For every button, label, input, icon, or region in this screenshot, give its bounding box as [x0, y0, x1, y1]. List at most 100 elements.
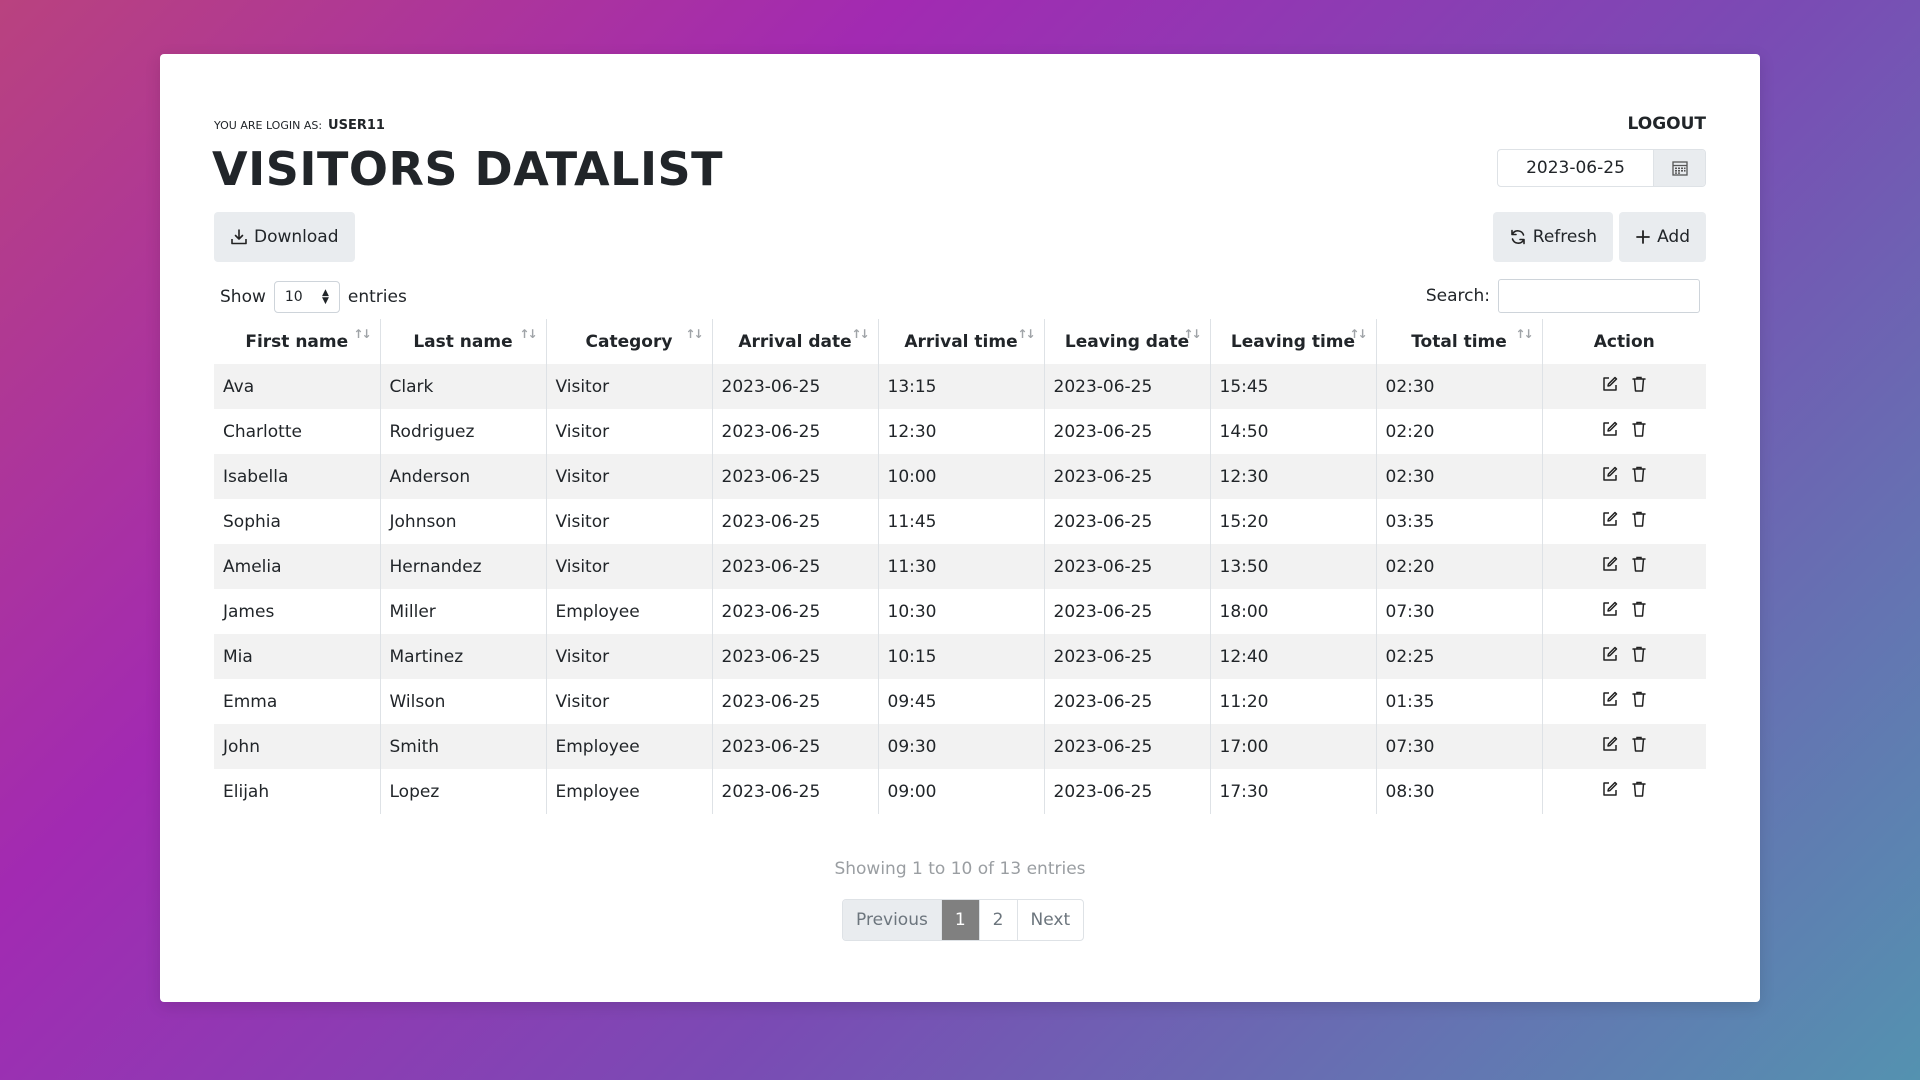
edit-icon[interactable]: [1601, 600, 1619, 623]
column-header[interactable]: First name ↑↓: [214, 319, 380, 364]
table-row: Elijah Lopez Employee 2023-06-25 09:00 2023-0…: [214, 769, 1706, 814]
calendar-button[interactable]: [1653, 150, 1705, 186]
table-cell: 2023-06-25: [1043, 769, 1210, 814]
add-button[interactable]: Add: [1619, 212, 1706, 262]
table-cell: 13:50: [1209, 544, 1376, 589]
table-cell: 2023-06-25: [711, 589, 878, 634]
sort-icon[interactable]: ↑↓: [519, 327, 537, 341]
table-cell: 18:00: [1209, 589, 1376, 634]
main-card: YOU ARE LOGIN AS: USER11 VISITORS DATALI…: [160, 54, 1760, 1002]
table-cell: 02:30: [1375, 364, 1542, 409]
edit-icon[interactable]: [1601, 735, 1619, 758]
table-cell: Miller: [379, 589, 546, 634]
table-cell: Mia: [214, 634, 380, 679]
login-label: YOU ARE LOGIN AS:: [214, 119, 323, 132]
column-header[interactable]: Total time ↑↓: [1375, 319, 1542, 364]
edit-icon[interactable]: [1601, 465, 1619, 488]
table-row: Emma Wilson Visitor 2023-06-25 09:45 2023-06-…: [214, 679, 1706, 724]
table-cell: 12:40: [1209, 634, 1376, 679]
table-cell: Visitor: [545, 634, 712, 679]
table-cell: 15:20: [1209, 499, 1376, 544]
table-cell: 02:20: [1375, 544, 1542, 589]
edit-icon[interactable]: [1601, 780, 1619, 803]
column-header[interactable]: Leaving date ↑↓: [1043, 319, 1210, 364]
login-info: YOU ARE LOGIN AS: USER11: [214, 118, 385, 133]
action-cell: [1541, 769, 1706, 814]
search-input[interactable]: [1498, 279, 1700, 313]
column-header[interactable]: Arrival date ↑↓: [711, 319, 878, 364]
refresh-icon: [1510, 229, 1525, 245]
trash-icon[interactable]: [1631, 735, 1647, 758]
page-button-2[interactable]: 2: [978, 900, 1017, 940]
trash-icon[interactable]: [1631, 510, 1647, 533]
entries-label: entries: [347, 287, 407, 307]
table-cell: 2023-06-25: [1043, 364, 1210, 409]
date-input[interactable]: 2023-06-25: [1498, 150, 1653, 186]
table-cell: 2023-06-25: [1043, 724, 1210, 769]
sort-icon[interactable]: ↑↓: [353, 327, 371, 341]
table-header-row: First name ↑↓ Last name ↑↓ Category ↑↓ Arrival…: [214, 319, 1706, 364]
sort-icon[interactable]: ↑↓: [1515, 327, 1533, 341]
table-cell: 2023-06-25: [711, 409, 878, 454]
trash-icon[interactable]: [1631, 375, 1647, 398]
table-cell: Wilson: [379, 679, 546, 724]
previous-page-button[interactable]: Previous: [843, 900, 941, 940]
edit-icon[interactable]: [1601, 420, 1619, 443]
table-row: Isabella Anderson Visitor 2023-06-25 10:00 20…: [214, 454, 1706, 499]
table-cell: 2023-06-25: [711, 769, 878, 814]
table-cell: John: [214, 724, 380, 769]
trash-icon[interactable]: [1631, 645, 1647, 668]
table-cell: Visitor: [545, 544, 712, 589]
table-cell: 02:25: [1375, 634, 1542, 679]
action-cell: [1541, 634, 1706, 679]
action-cell: [1541, 679, 1706, 724]
edit-icon[interactable]: [1601, 645, 1619, 668]
date-picker[interactable]: 2023-06-25: [1497, 149, 1706, 187]
table-cell: 2023-06-25: [711, 454, 878, 499]
trash-icon[interactable]: [1631, 555, 1647, 578]
table-cell: Ava: [214, 364, 380, 409]
table-cell: Hernandez: [379, 544, 546, 589]
page-size-select[interactable]: 10 ▲ ▼: [273, 281, 340, 313]
edit-icon[interactable]: [1601, 375, 1619, 398]
next-page-button[interactable]: Next: [1016, 900, 1084, 940]
column-header[interactable]: Leaving time ↑↓: [1209, 319, 1376, 364]
action-cell: [1541, 409, 1706, 454]
refresh-button[interactable]: Refresh: [1492, 212, 1613, 262]
select-arrows-icon: ▲ ▼: [321, 288, 329, 306]
edit-icon[interactable]: [1601, 555, 1619, 578]
sort-icon[interactable]: ↑↓: [851, 327, 869, 341]
logout-link[interactable]: LOGOUT: [1628, 114, 1706, 134]
trash-icon[interactable]: [1631, 780, 1647, 803]
show-label: Show: [220, 287, 266, 307]
action-cell: [1541, 589, 1706, 634]
table-cell: 10:30: [877, 589, 1044, 634]
trash-icon[interactable]: [1631, 465, 1647, 488]
table-cell: 11:45: [877, 499, 1044, 544]
table-cell: Amelia: [214, 544, 380, 589]
column-header-label: Total time: [1411, 331, 1507, 352]
edit-icon[interactable]: [1601, 690, 1619, 713]
table-cell: Employee: [545, 769, 712, 814]
trash-icon[interactable]: [1631, 690, 1647, 713]
sort-icon[interactable]: ↑↓: [685, 327, 703, 341]
table-cell: 02:30: [1375, 454, 1542, 499]
sort-icon[interactable]: ↑↓: [1017, 327, 1035, 341]
sort-icon[interactable]: ↑↓: [1183, 327, 1201, 341]
login-user: USER11: [328, 118, 385, 133]
page-button-1[interactable]: 1: [940, 900, 979, 940]
table-cell: Isabella: [214, 454, 380, 499]
column-header[interactable]: Arrival time ↑↓: [877, 319, 1044, 364]
table-body: Ava Clark Visitor 2023-06-25 13:15 2023-06-25…: [214, 364, 1706, 814]
table-cell: 07:30: [1375, 589, 1542, 634]
table-cell: 17:30: [1209, 769, 1376, 814]
sort-icon[interactable]: ↑↓: [1349, 327, 1367, 341]
column-header[interactable]: Category ↑↓: [545, 319, 712, 364]
trash-icon[interactable]: [1631, 420, 1647, 443]
trash-icon[interactable]: [1631, 600, 1647, 623]
table-cell: 2023-06-25: [1043, 409, 1210, 454]
table-cell: Lopez: [379, 769, 546, 814]
download-button[interactable]: Download: [214, 212, 355, 262]
column-header[interactable]: Last name ↑↓: [379, 319, 546, 364]
edit-icon[interactable]: [1601, 510, 1619, 533]
